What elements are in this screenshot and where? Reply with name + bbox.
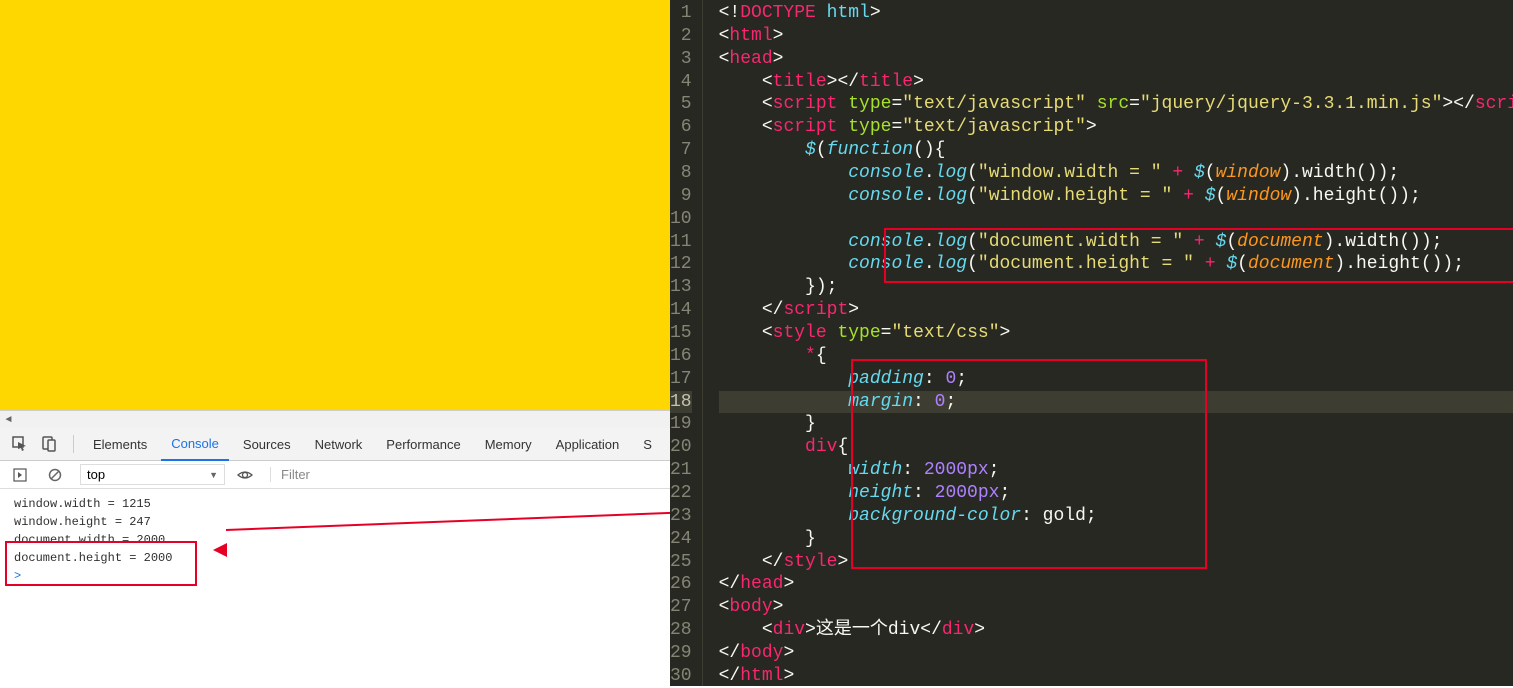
page-preview-area [0,0,670,410]
device-toggle-icon[interactable] [39,434,59,454]
line-number[interactable]: 13 [670,276,692,299]
code-line: </script> [719,299,1513,322]
line-number[interactable]: 10 [670,208,692,231]
tab-application[interactable]: Application [546,429,630,460]
annotation-box-code-document [884,228,1513,283]
line-number[interactable]: 3 [670,48,692,71]
line-number[interactable]: 1 [670,2,692,25]
code-line: console.log("window.height = " + $(windo… [719,185,1513,208]
line-number[interactable]: 16 [670,345,692,368]
line-number[interactable]: 30 [670,665,692,688]
line-number[interactable]: 19 [670,413,692,436]
divider [73,435,74,453]
console-line: window.width = 1215 [14,495,666,513]
line-number[interactable]: 26 [670,573,692,596]
code-line: <script type="text/javascript"> [719,116,1513,139]
horizontal-scrollbar[interactable]: ◄ [0,410,670,428]
line-number[interactable]: 15 [670,322,692,345]
tab-elements[interactable]: Elements [83,429,157,460]
line-number[interactable]: 21 [670,459,692,482]
code-line: <title></title> [719,71,1513,94]
code-line: <body> [719,596,1513,619]
line-number[interactable]: 2 [670,25,692,48]
line-number[interactable]: 22 [670,482,692,505]
tab-memory[interactable]: Memory [475,429,542,460]
code-line: </head> [719,573,1513,596]
tab-sources[interactable]: Sources [233,429,301,460]
line-number[interactable]: 12 [670,253,692,276]
code-line: console.log("window.width = " + $(window… [719,162,1513,185]
annotation-box-code-style [851,359,1207,569]
line-number[interactable]: 9 [670,185,692,208]
code-editor-pane: 1 2 3 4 5 6 7 8 9 10 11 12 13 14 15 16 1… [670,0,1513,686]
code-line: <script type="text/javascript" src="jque… [719,93,1513,116]
context-value: top [87,467,105,482]
inspect-icon[interactable] [10,434,30,454]
clear-console-icon[interactable] [45,465,65,485]
line-number[interactable]: 28 [670,619,692,642]
line-number[interactable]: 27 [670,596,692,619]
console-toolbar: top ▼ Filter [0,461,670,489]
line-number[interactable]: 24 [670,528,692,551]
annotation-box-console [5,541,197,586]
code-line: <!DOCTYPE html> [719,2,1513,25]
devtools-tabbar: Elements Console Sources Network Perform… [0,428,670,461]
code-line: <head> [719,48,1513,71]
code-area[interactable]: <!DOCTYPE html> <html> <head> <title></t… [703,0,1513,686]
line-number[interactable]: 17 [670,368,692,391]
code-line: </body> [719,642,1513,665]
line-number[interactable]: 25 [670,551,692,574]
code-line: </html> [719,665,1513,688]
line-number[interactable]: 5 [670,93,692,116]
line-number[interactable]: 11 [670,231,692,254]
line-number[interactable]: 29 [670,642,692,665]
dropdown-arrow-icon: ▼ [209,470,218,480]
line-number[interactable]: 23 [670,505,692,528]
line-number[interactable]: 18 [670,391,692,414]
line-number[interactable]: 6 [670,116,692,139]
code-line: <div>这是一个div</div> [719,619,1513,642]
tab-security-truncated[interactable]: S [633,429,662,460]
eye-icon[interactable] [235,465,255,485]
line-number[interactable]: 7 [670,139,692,162]
line-number-gutter: 1 2 3 4 5 6 7 8 9 10 11 12 13 14 15 16 1… [670,0,703,686]
line-number[interactable]: 14 [670,299,692,322]
code-line: <style type="text/css"> [719,322,1513,345]
tab-console[interactable]: Console [161,428,229,461]
sidebar-toggle-icon[interactable] [10,465,30,485]
annotation-arrow-head-icon [213,543,227,557]
filter-input[interactable]: Filter [270,467,670,482]
tab-network[interactable]: Network [305,429,373,460]
code-line: <html> [719,25,1513,48]
line-number[interactable]: 20 [670,436,692,459]
line-number[interactable]: 8 [670,162,692,185]
tab-performance[interactable]: Performance [376,429,470,460]
context-select[interactable]: top ▼ [80,464,225,485]
code-line: $(function(){ [719,139,1513,162]
scroll-left-arrow-icon[interactable]: ◄ [0,411,17,428]
line-number[interactable]: 4 [670,71,692,94]
